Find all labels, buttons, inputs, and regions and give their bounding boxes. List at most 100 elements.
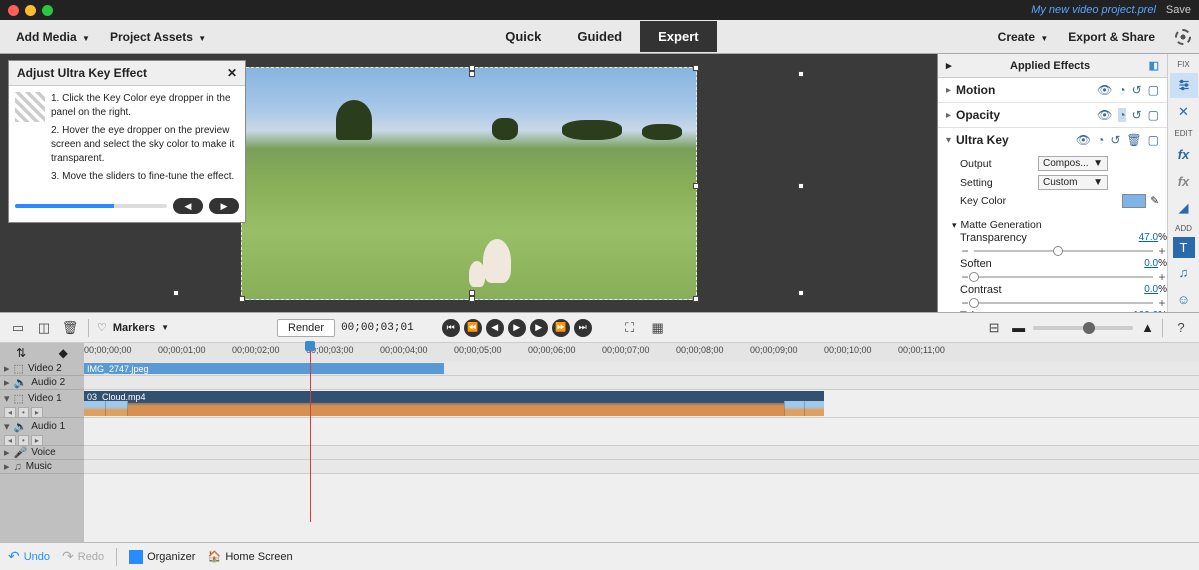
outer-handle[interactable] — [798, 71, 804, 77]
fx-brush-tab-icon[interactable]: fx — [1170, 142, 1198, 167]
organizer-button[interactable]: Organizer — [129, 550, 195, 564]
outer-handle[interactable] — [798, 290, 804, 296]
track-toggle-icon[interactable]: ⬚ — [14, 362, 24, 375]
reset-icon[interactable]: ↺ — [1132, 108, 1142, 122]
redo-button[interactable]: ↷Redo — [62, 548, 104, 565]
outer-handle[interactable] — [469, 290, 475, 296]
markers-chevron[interactable]: ▼ — [161, 323, 169, 332]
zoom-out-icon[interactable]: ▬ — [1012, 320, 1025, 335]
graphics-tab-icon[interactable]: ☺ — [1170, 287, 1198, 312]
music-tab-icon[interactable]: ♫ — [1170, 260, 1198, 285]
preview-canvas[interactable] — [241, 67, 697, 300]
render-button[interactable]: Render — [277, 319, 335, 337]
create-menu[interactable]: Create ▼ — [990, 26, 1057, 48]
safe-margins-icon[interactable]: ▦ — [648, 318, 668, 338]
settings-gear-icon[interactable] — [1175, 29, 1191, 45]
track-nav-right[interactable]: ▸ — [31, 435, 43, 446]
minimize-window-button[interactable] — [25, 5, 36, 16]
tools-tab-icon[interactable]: ✕ — [1170, 100, 1198, 125]
adjust-tab-icon[interactable] — [1170, 73, 1198, 98]
go-to-start-button[interactable]: ⏮ — [442, 319, 460, 337]
eye-icon[interactable]: 👁 — [1097, 108, 1112, 122]
soften-value[interactable]: 0.0 — [1144, 258, 1158, 270]
transparency-slider[interactable] — [974, 246, 1153, 256]
slider-max-icon[interactable]: + — [1157, 244, 1167, 258]
contrast-slider[interactable] — [974, 298, 1153, 308]
timeline-tool-b-icon[interactable]: ◆ — [59, 346, 68, 360]
zoom-in-icon[interactable]: ▲ — [1141, 320, 1154, 335]
mode-guided[interactable]: Guided — [559, 21, 640, 52]
mute-icon[interactable]: ▸ — [4, 446, 10, 459]
mute-icon[interactable]: ▸ — [4, 460, 10, 473]
fast-forward-button[interactable]: ⏩ — [552, 319, 570, 337]
help-icon[interactable]: ? — [1171, 318, 1191, 338]
visibility-icon[interactable]: ▾ — [4, 392, 10, 405]
stopwatch-icon[interactable]: ◔ — [1118, 108, 1125, 122]
selection-handle[interactable] — [239, 296, 245, 302]
visibility-icon[interactable]: ▸ — [4, 362, 10, 375]
mute-icon[interactable]: ▾ — [4, 420, 10, 433]
mode-expert[interactable]: Expert — [640, 21, 716, 52]
contrast-value[interactable]: 0.0 — [1144, 284, 1158, 296]
selection-handle[interactable] — [693, 183, 699, 189]
project-assets-menu[interactable]: Project Assets ▼ — [102, 26, 214, 48]
reset-icon[interactable]: ↺ — [1132, 83, 1142, 97]
fullscreen-icon[interactable]: ⛶ — [620, 318, 640, 338]
caret-icon[interactable]: ▸ — [946, 85, 956, 96]
caret-icon[interactable]: ▸ — [946, 110, 956, 121]
tracks-content[interactable]: IMG_2747.jpeg 03_Cloud.mp4 — [84, 362, 1199, 542]
output-select[interactable]: Compos...▼ — [1038, 156, 1108, 171]
mode-quick[interactable]: Quick — [487, 21, 559, 52]
setting-select[interactable]: Custom▼ — [1038, 175, 1108, 190]
trash-icon[interactable]: 🗑 — [1126, 133, 1141, 147]
rewind-button[interactable]: ⏪ — [464, 319, 482, 337]
selection-handle[interactable] — [469, 296, 475, 302]
export-share-button[interactable]: Export & Share — [1060, 26, 1163, 48]
reset-icon[interactable]: ↺ — [1110, 133, 1120, 147]
expand-icon[interactable]: ▢ — [1148, 83, 1159, 97]
track-nav-dot[interactable]: • — [18, 435, 29, 446]
clip-img2747[interactable]: IMG_2747.jpeg — [84, 363, 444, 374]
trash-icon[interactable]: 🗑 — [60, 318, 80, 338]
fx-tab-icon[interactable]: fx — [1170, 169, 1198, 194]
track-toggle-icon[interactable]: ⬚ — [14, 392, 24, 405]
track-nav-dot[interactable]: • — [18, 407, 29, 418]
soften-slider[interactable] — [974, 272, 1153, 282]
stopwatch-icon[interactable]: ◔ — [1097, 133, 1104, 147]
home-screen-button[interactable]: 🏠Home Screen — [207, 550, 292, 564]
toolbar-copy-icon[interactable]: ◫ — [34, 318, 54, 338]
eye-icon[interactable]: 👁 — [1076, 133, 1091, 147]
outer-handle[interactable] — [798, 183, 804, 189]
zoom-slider[interactable] — [1033, 326, 1133, 330]
toolbar-effects-icon[interactable]: ▭ — [8, 318, 28, 338]
titles-tab-icon[interactable]: T — [1173, 237, 1195, 258]
clip-cloud[interactable]: 03_Cloud.mp4 — [84, 391, 824, 416]
go-to-end-button[interactable]: ⏭ — [574, 319, 592, 337]
snap-icon[interactable]: ⊟ — [984, 318, 1004, 338]
selection-handle[interactable] — [693, 296, 699, 302]
guide-next-button[interactable]: ▶ — [209, 198, 239, 214]
speaker-icon[interactable]: 🔈 — [14, 376, 28, 389]
effect-opacity[interactable]: Opacity — [956, 108, 1097, 122]
eyedropper-icon[interactable]: ✎ — [1150, 195, 1159, 207]
slider-max-icon[interactable]: + — [1157, 296, 1167, 310]
timecode-display[interactable]: 00;00;03;01 — [341, 322, 414, 334]
outer-handle[interactable] — [173, 290, 179, 296]
track-nav-left[interactable]: ◂ — [4, 407, 16, 418]
markers-icon[interactable]: ♡ — [97, 321, 107, 334]
maximize-window-button[interactable] — [42, 5, 53, 16]
time-ruler[interactable]: 00;00;00;0000;00;01;0000;00;02;0000;00;0… — [84, 343, 1199, 362]
mic-icon[interactable]: 🎤 — [14, 446, 28, 459]
mute-icon[interactable]: ▸ — [4, 376, 10, 389]
effect-motion[interactable]: Motion — [956, 83, 1097, 97]
guide-prev-button[interactable]: ◀ — [173, 198, 203, 214]
caret-icon[interactable]: ▾ — [946, 135, 956, 146]
speaker-icon[interactable]: 🔈 — [14, 420, 28, 433]
slider-max-icon[interactable]: + — [1157, 270, 1167, 284]
eye-icon[interactable]: 👁 — [1097, 83, 1112, 97]
save-button[interactable]: Save — [1166, 4, 1191, 16]
slider-min-icon[interactable]: − — [960, 244, 970, 258]
outer-handle[interactable] — [469, 71, 475, 77]
expand-icon[interactable]: ▢ — [1148, 133, 1159, 147]
selection-handle[interactable] — [693, 65, 699, 71]
